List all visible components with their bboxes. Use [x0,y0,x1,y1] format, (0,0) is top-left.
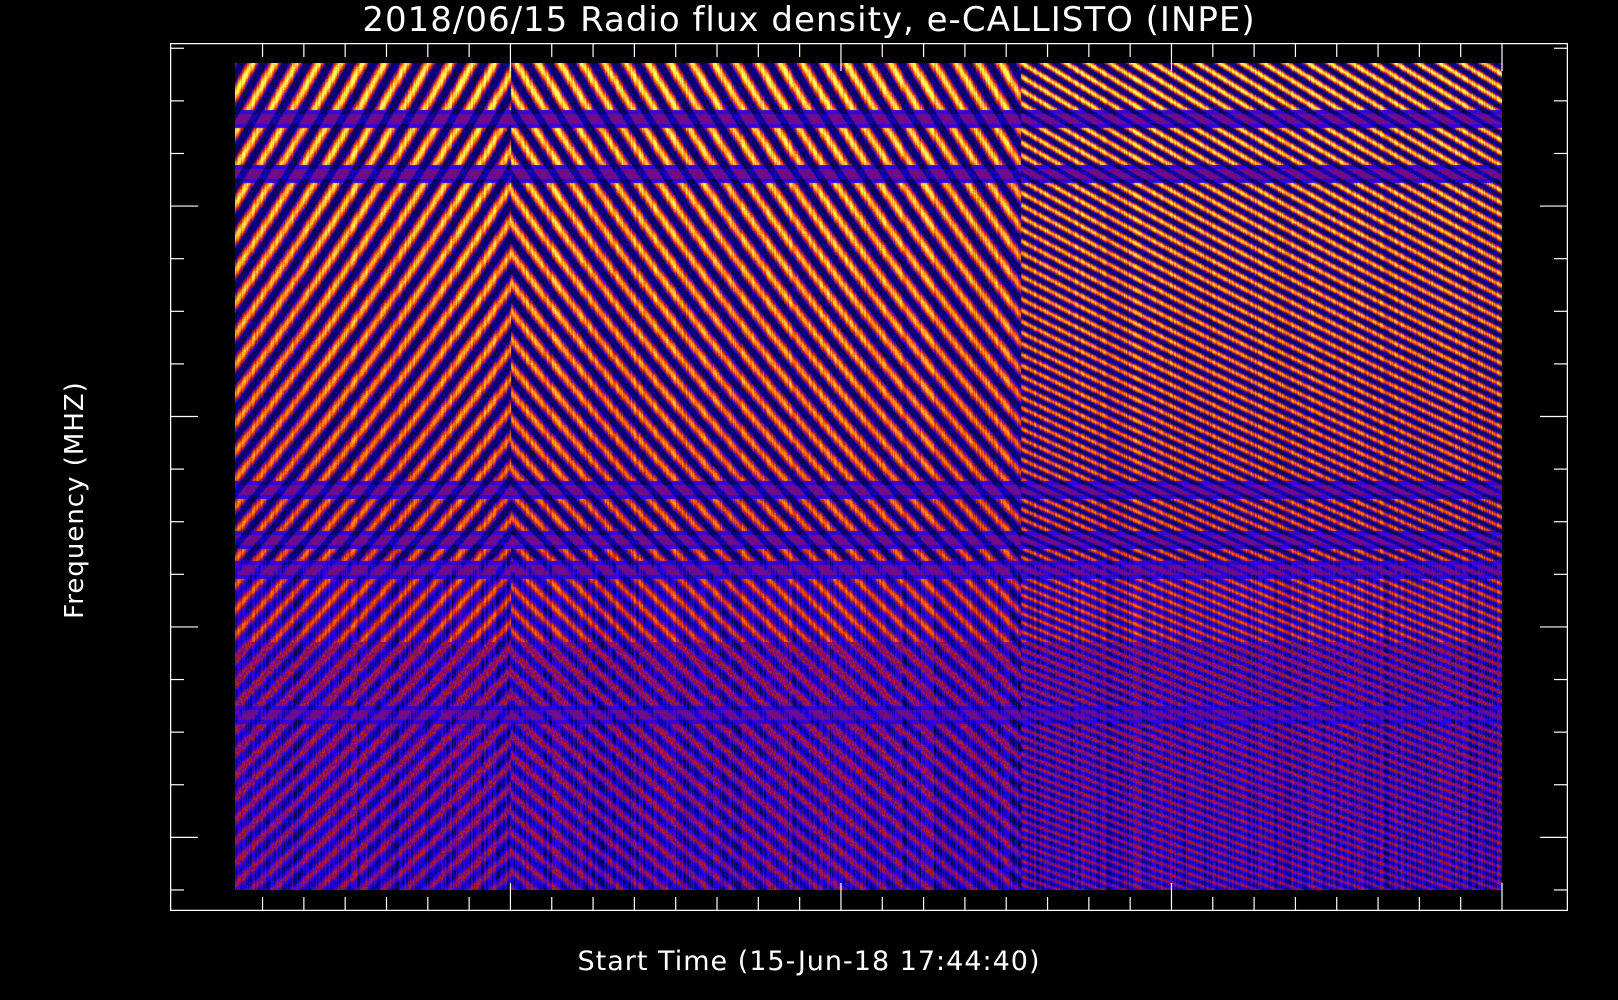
plot-frame: 20040060080017:4817:5217:5618:00 [170,43,1568,911]
y-axis-label: Frequency (MHZ) [60,381,90,619]
chart-title: 2018/06/15 Radio flux density, e-CALLIST… [362,0,1256,40]
plot-border [170,43,1568,911]
x-axis-label: Start Time (15-Jun-18 17:44:40) [577,946,1041,977]
